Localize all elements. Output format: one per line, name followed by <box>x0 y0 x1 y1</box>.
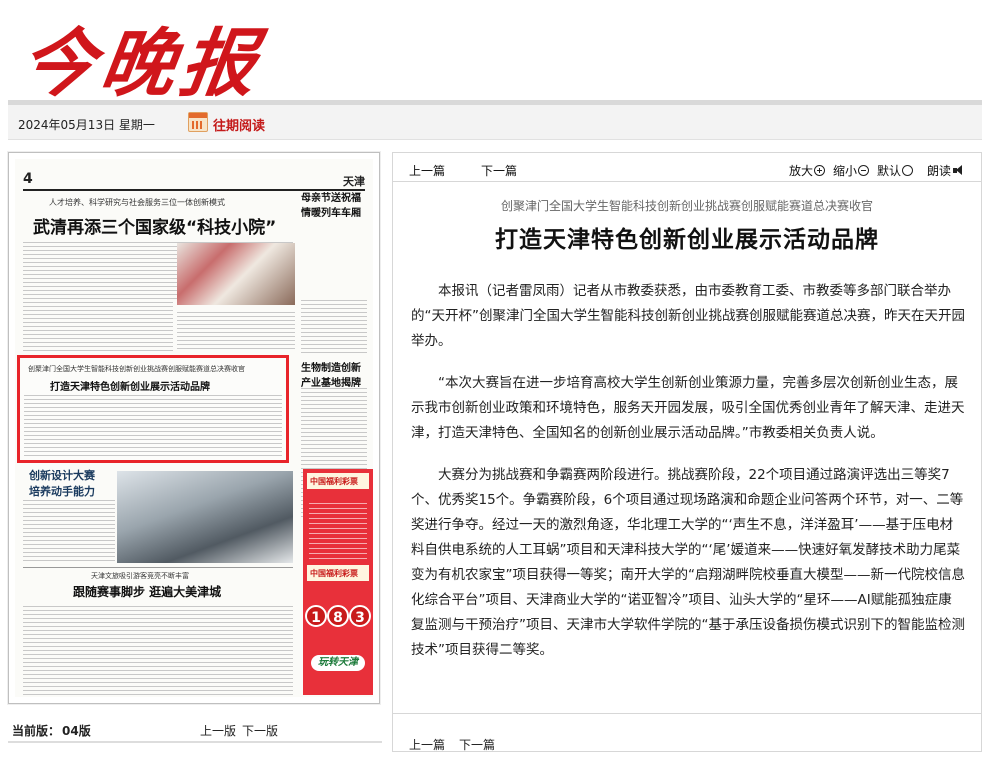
zoom-out-button[interactable]: 缩小 <box>833 162 870 179</box>
article-panel: 上一篇 下一篇 放大 缩小 默认 朗读 创聚津门全国大学生智能科技创新创业挑战赛… <box>392 152 982 752</box>
thumb-text-block <box>23 603 293 695</box>
ad-logo: 玩转天津 <box>311 655 365 671</box>
thumb-bottom-headline[interactable]: 跟随赛事脚步 逛遍大美津城 <box>73 583 221 600</box>
thumb-text-block <box>23 301 173 351</box>
prev-page-link[interactable]: 上一版 <box>200 722 236 739</box>
thumb-highlight-headline: 打造天津特色创新创业展示活动品牌 <box>50 382 210 393</box>
thumb-top-headline[interactable]: 武清再添三个国家级“科技小院” <box>33 213 276 238</box>
lottery-ad[interactable]: 中国福利彩票 中国福利彩票 1 8 3 玩转天津 <box>303 469 373 695</box>
article-body: 本报讯（记者雷凤雨）记者从市教委获悉，由市委教育工委、市教委等多部门联合举办的“… <box>411 279 965 680</box>
selected-article-highlight[interactable]: 创聚津门全国大学生智能科技创新创业挑战赛创服赋能赛道总决赛收官 打造天津特色创新… <box>17 355 289 463</box>
lottery-ball: 3 <box>349 605 371 627</box>
article-paragraph: “本次大赛旨在进一步培育高校大学生创新创业策源力量，完善多层次创新创业生态，展示… <box>411 375 965 441</box>
zoom-in-label: 放大 <box>789 164 814 178</box>
page-number: 4 <box>23 171 33 187</box>
article-bottom-divider <box>393 713 981 714</box>
page-thumbnail-frame: 4 天津 人才培养、科学研究与社会服务三位一体创新模式 武清再添三个国家级“科技… <box>8 152 380 704</box>
article-headline: 打造天津特色创新创业展示活动品牌 <box>495 227 879 253</box>
zoom-out-label: 缩小 <box>833 164 858 178</box>
plus-circle-icon <box>814 165 826 176</box>
thumb-side1-headline[interactable]: 母亲节送祝福 情暖列车车厢 <box>301 189 371 219</box>
thumb-top-kicker: 人才培养、科学研究与社会服务三位一体创新模式 <box>49 198 225 207</box>
zoom-in-button[interactable]: 放大 <box>789 162 826 179</box>
ad-title-2: 中国福利彩票 <box>307 565 369 581</box>
default-size-button[interactable]: 默认 <box>877 162 914 179</box>
thumb-photo-car <box>117 471 293 563</box>
article-paragraph: 大赛分为挑战赛和争霸赛两阶段进行。挑战赛阶段，22个项目通过路演评选出三等奖7个… <box>411 467 965 658</box>
issue-date: 2024年05月13日 星期一 <box>18 118 155 132</box>
thumb-side2-headline[interactable]: 生物制造创新 产业基地揭牌 <box>301 359 371 389</box>
page-section: 天津 <box>343 175 365 188</box>
next-page-link[interactable]: 下一版 <box>242 722 278 739</box>
current-page-label: 当前版： <box>12 724 61 738</box>
minus-circle-icon <box>858 165 870 176</box>
thumb-text-block <box>23 499 115 561</box>
next-article-link[interactable]: 下一篇 <box>481 162 517 179</box>
bottom-next-article-link[interactable]: 下一篇 <box>459 736 495 753</box>
thumb-text-block <box>301 297 367 353</box>
lottery-ball: 8 <box>327 605 349 627</box>
article-paragraph: 本报讯（记者雷凤雨）记者从市教委获悉，由市委教育工委、市教委等多部门联合举办的“… <box>411 283 965 349</box>
masthead: 今晚报 <box>0 0 988 107</box>
date-bar: 2024年05月13日 星期一 往期阅读 <box>8 105 982 140</box>
newspaper-logo[interactable]: 今晚报 <box>14 4 269 111</box>
left-bottom-divider <box>8 741 382 743</box>
circle-icon <box>902 165 914 176</box>
thumb-highlight-kicker: 创聚津门全国大学生智能科技创新创业挑战赛创服赋能赛道总决赛收官 <box>28 365 245 373</box>
read-aloud-label: 朗读 <box>927 164 952 178</box>
page-thumbnail[interactable]: 4 天津 人才培养、科学研究与社会服务三位一体创新模式 武清再添三个国家级“科技… <box>15 159 373 697</box>
prev-article-link[interactable]: 上一篇 <box>409 162 445 179</box>
calendar-icon[interactable] <box>188 112 208 132</box>
current-page-value: 04版 <box>62 724 91 738</box>
bottom-prev-article-link[interactable]: 上一篇 <box>409 736 445 753</box>
past-reading-link[interactable]: 往期阅读 <box>213 115 265 134</box>
thumb-divider <box>23 567 293 568</box>
article-toolbar: 上一篇 下一篇 放大 缩小 默认 朗读 <box>393 153 981 182</box>
thumb-photo-train <box>177 243 295 305</box>
thumb-bottom-kicker: 天津文旅吸引游客竞亮不断丰富 <box>91 572 189 580</box>
ad-title: 中国福利彩票 <box>307 473 369 489</box>
ad-text <box>309 499 367 559</box>
read-aloud-button[interactable]: 朗读 <box>927 162 965 179</box>
lottery-ball: 1 <box>305 605 327 627</box>
default-size-label: 默认 <box>877 164 902 178</box>
article-subhead: 创聚津门全国大学生智能科技创新创业挑战赛创服赋能赛道总决赛收官 <box>500 199 873 213</box>
thumb-left-headline[interactable]: 创新设计大赛 培养动手能力 <box>29 467 95 499</box>
thumb-text-block <box>24 394 282 456</box>
speaker-icon <box>953 165 965 176</box>
thumb-text-block <box>177 309 295 349</box>
